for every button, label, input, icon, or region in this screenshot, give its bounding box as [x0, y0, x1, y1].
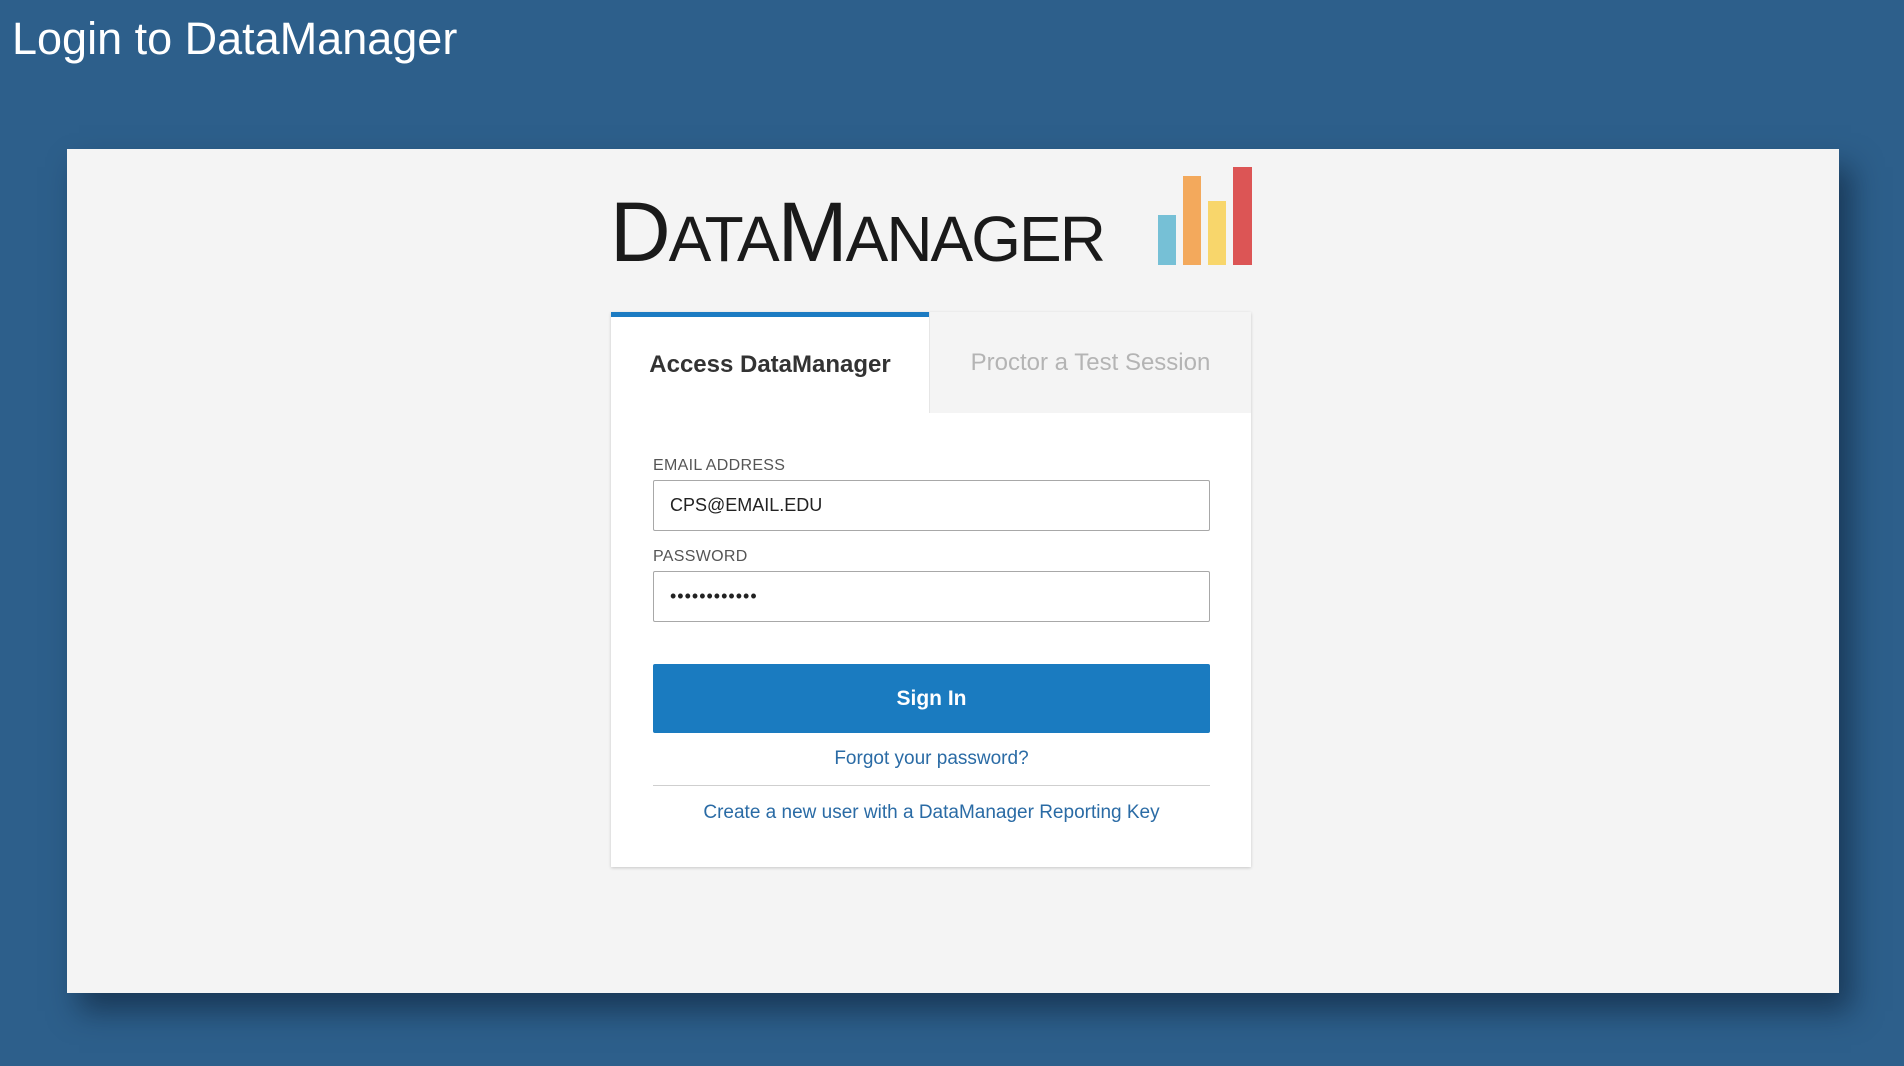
logo-wordmark: DATAMANAGER: [610, 190, 1106, 281]
password-label: PASSWORD: [653, 548, 748, 565]
login-card: Access DataManager Proctor a Test Sessio…: [611, 312, 1251, 867]
logo-bar-3: [1208, 201, 1226, 265]
tab-access-datamanager[interactable]: Access DataManager: [611, 312, 929, 413]
sign-in-button[interactable]: Sign In: [653, 664, 1210, 733]
forgot-password-link[interactable]: Forgot your password?: [653, 748, 1210, 770]
create-user-link[interactable]: Create a new user with a DataManager Rep…: [653, 802, 1210, 824]
logo-wordmark-ata: ATA: [668, 203, 780, 275]
login-tabs: Access DataManager Proctor a Test Sessio…: [611, 312, 1251, 413]
bar-chart-logo-icon: [1158, 167, 1252, 265]
logo-bar-2: [1183, 176, 1201, 265]
email-label: EMAIL ADDRESS: [653, 457, 786, 474]
logo-wordmark-initial-m: M: [777, 185, 848, 279]
tab-proctor-test-session[interactable]: Proctor a Test Session: [929, 312, 1251, 413]
datamanager-logo: DATAMANAGER: [610, 163, 1254, 275]
logo-wordmark-anager: ANAGER: [845, 203, 1106, 275]
email-input[interactable]: [653, 480, 1210, 531]
password-input[interactable]: [653, 571, 1210, 622]
logo-wordmark-initial-d: D: [610, 185, 671, 279]
divider: [653, 785, 1210, 786]
logo-bar-4: [1233, 167, 1252, 265]
page-title: Login to DataManager: [12, 13, 458, 64]
logo-bar-1: [1158, 215, 1176, 265]
